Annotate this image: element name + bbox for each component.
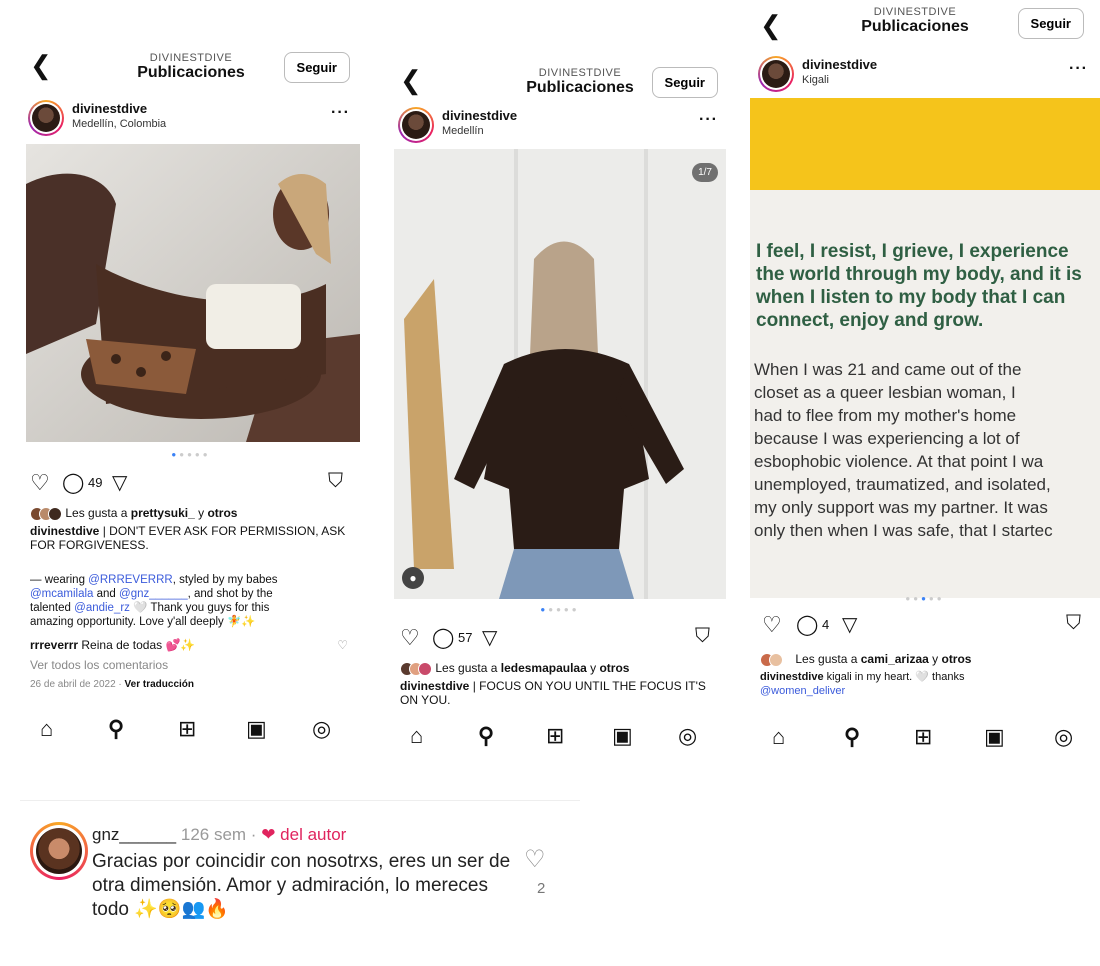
share-icon[interactable]: ▽ — [112, 470, 127, 495]
heart-icon[interactable]: ♡ — [762, 612, 782, 638]
comment-header: gnz______ 126 sem · ❤ del autor — [92, 825, 346, 845]
share-icon[interactable]: ▽ — [842, 612, 857, 637]
new-post-icon[interactable]: ⊞ — [914, 724, 932, 750]
comment-count: 57 — [458, 630, 473, 645]
avatar[interactable] — [758, 56, 794, 92]
post-location[interactable]: Medellín — [442, 125, 484, 137]
share-icon[interactable]: ▽ — [482, 625, 497, 650]
post-photo[interactable]: 1/7 ● — [394, 149, 726, 599]
heart-icon[interactable]: ♡ — [30, 470, 50, 496]
post-photo[interactable] — [26, 144, 360, 442]
comment-meta: 126 sem · — [180, 825, 257, 844]
more-icon[interactable]: ··· — [331, 104, 350, 122]
bookmark-icon[interactable]: ⛉ — [328, 470, 343, 493]
post-actions: ♡ ◯ 49 ▽ ⛉ — [20, 468, 362, 498]
comment-icon[interactable]: ◯ — [432, 625, 454, 650]
post-location[interactable]: Kigali — [802, 74, 829, 86]
poster-yellow-band — [750, 98, 1100, 190]
post-header: divinestdive Kigali ··· — [750, 54, 1100, 94]
follow-button[interactable]: Seguir — [1017, 8, 1084, 39]
post-username[interactable]: divinestdive — [72, 101, 147, 116]
post-screen-3: ❮ DIVINESTDIVE Publicaciones Seguir divi… — [750, 0, 1100, 780]
post-actions: ♡ ◯ 4 ▽ ⛉ — [750, 610, 1100, 640]
post-username[interactable]: divinestdive — [442, 108, 517, 123]
top-comment: rrreverrr Reina de todas 💕✨ ♡ — [30, 638, 348, 652]
comment-heart-icon[interactable]: ♡ — [337, 638, 348, 652]
avatar[interactable] — [30, 822, 88, 880]
back-icon[interactable]: ❮ — [400, 65, 422, 96]
reels-icon[interactable]: ▣ — [246, 716, 267, 742]
caption: divinestdive kigali in my heart. 🤍 thank… — [760, 671, 965, 697]
carousel-indicator: ●●●●● — [905, 594, 945, 603]
top-bar: ❮ DIVINESTDIVE Publicaciones Seguir — [750, 0, 1100, 55]
comment-count: 4 — [822, 617, 830, 632]
comment-count: 49 — [88, 475, 103, 490]
profile-icon[interactable]: ◎ — [312, 716, 331, 742]
home-icon[interactable]: ⌂ — [410, 723, 423, 749]
comment-username[interactable]: gnz______ — [92, 825, 176, 844]
post-header: divinestdive Medellín ··· — [390, 105, 730, 145]
translate-link[interactable]: Ver traducción — [125, 679, 194, 690]
tagged-people-icon[interactable]: ● — [402, 567, 424, 589]
view-all-comments[interactable]: Ver todos los comentarios — [30, 658, 352, 672]
home-icon[interactable]: ⌂ — [772, 724, 785, 750]
avatar[interactable] — [28, 100, 64, 136]
likes-line[interactable]: Les gusta a prettysuki_ y otros — [30, 506, 352, 521]
more-icon[interactable]: ··· — [699, 111, 718, 129]
follow-button[interactable]: Seguir — [283, 52, 350, 83]
caption: divinestdive | FOCUS ON YOU UNTIL THE FO… — [400, 679, 706, 707]
profile-icon[interactable]: ◎ — [1054, 724, 1073, 750]
top-bar: ❮ DIVINESTDIVE Publicaciones Seguir — [20, 40, 362, 95]
likes-line[interactable]: Les gusta a cami_arizaa y otros — [760, 652, 1090, 667]
post-username[interactable]: divinestdive — [802, 57, 877, 72]
post-photo[interactable]: I feel, I resist, I grieve, I experience… — [750, 98, 1100, 598]
post-screen-1: ❮ DIVINESTDIVE Publicaciones Seguir divi… — [20, 40, 362, 770]
caption-credits: — wearing @RRREVERRR, styled by my babes… — [30, 574, 278, 628]
search-icon[interactable]: ⚲ — [844, 724, 860, 750]
likes-line[interactable]: Les gusta a ledesmapaulaa y otros — [400, 661, 720, 676]
carousel-indicator: ●●●●● — [171, 450, 211, 459]
follower-avatars — [30, 506, 62, 521]
comment-icon[interactable]: ◯ — [62, 470, 84, 495]
heart-icon[interactable]: ♡ — [400, 625, 420, 651]
follower-avatars — [760, 652, 788, 667]
comment-icon[interactable]: ◯ — [796, 612, 818, 637]
new-post-icon[interactable]: ⊞ — [178, 716, 196, 742]
avatar[interactable] — [398, 107, 434, 143]
author-liked-badge: ❤ del autor — [261, 825, 347, 844]
reels-icon[interactable]: ▣ — [612, 723, 633, 749]
new-post-icon[interactable]: ⊞ — [546, 723, 564, 749]
follow-button[interactable]: Seguir — [651, 67, 718, 98]
post-actions: ♡ ◯ 57 ▽ ⛉ — [390, 623, 730, 653]
bottom-nav: ⌂ ⚲ ⊞ ▣ ◎ — [20, 712, 362, 752]
reels-icon[interactable]: ▣ — [984, 724, 1005, 750]
comment-text: Gracias por coincidir con nosotrxs, eres… — [92, 851, 511, 920]
bottom-nav: ⌂ ⚲ ⊞ ▣ ◎ — [390, 719, 730, 759]
post-header: divinestdive Medellín, Colombia ··· — [20, 98, 362, 138]
home-icon[interactable]: ⌂ — [40, 716, 53, 742]
post-location[interactable]: Medellín, Colombia — [72, 118, 166, 130]
poster-quote: I feel, I resist, I grieve, I experience… — [756, 241, 1082, 331]
bookmark-icon[interactable]: ⛉ — [1066, 612, 1081, 635]
follower-avatars — [400, 661, 432, 676]
comment-card: gnz______ 126 sem · ❤ del autor Gracias … — [20, 800, 580, 950]
more-icon[interactable]: ··· — [1069, 60, 1088, 78]
post-screen-2: ❮ DIVINESTDIVE Publicaciones Seguir divi… — [390, 55, 730, 775]
comment-like-count: 2 — [537, 880, 546, 897]
bookmark-icon[interactable]: ⛉ — [695, 625, 710, 648]
search-icon[interactable]: ⚲ — [478, 723, 494, 749]
carousel-indicator: ●●●●● — [540, 605, 580, 614]
caption: divinestdive | DON'T EVER ASK FOR PERMIS… — [30, 524, 346, 552]
poster-body-text: When I was 21 and came out of the closet… — [754, 360, 1053, 540]
post-date-line: 26 de abril de 2022 · Ver traducción — [30, 679, 194, 690]
profile-icon[interactable]: ◎ — [678, 723, 697, 749]
bottom-nav: ⌂ ⚲ ⊞ ▣ ◎ — [750, 720, 1100, 760]
top-bar: ❮ DIVINESTDIVE Publicaciones Seguir — [390, 55, 730, 110]
heart-icon[interactable]: ♡ — [524, 845, 546, 874]
carousel-counter: 1/7 — [692, 163, 718, 182]
search-icon[interactable]: ⚲ — [108, 716, 124, 742]
